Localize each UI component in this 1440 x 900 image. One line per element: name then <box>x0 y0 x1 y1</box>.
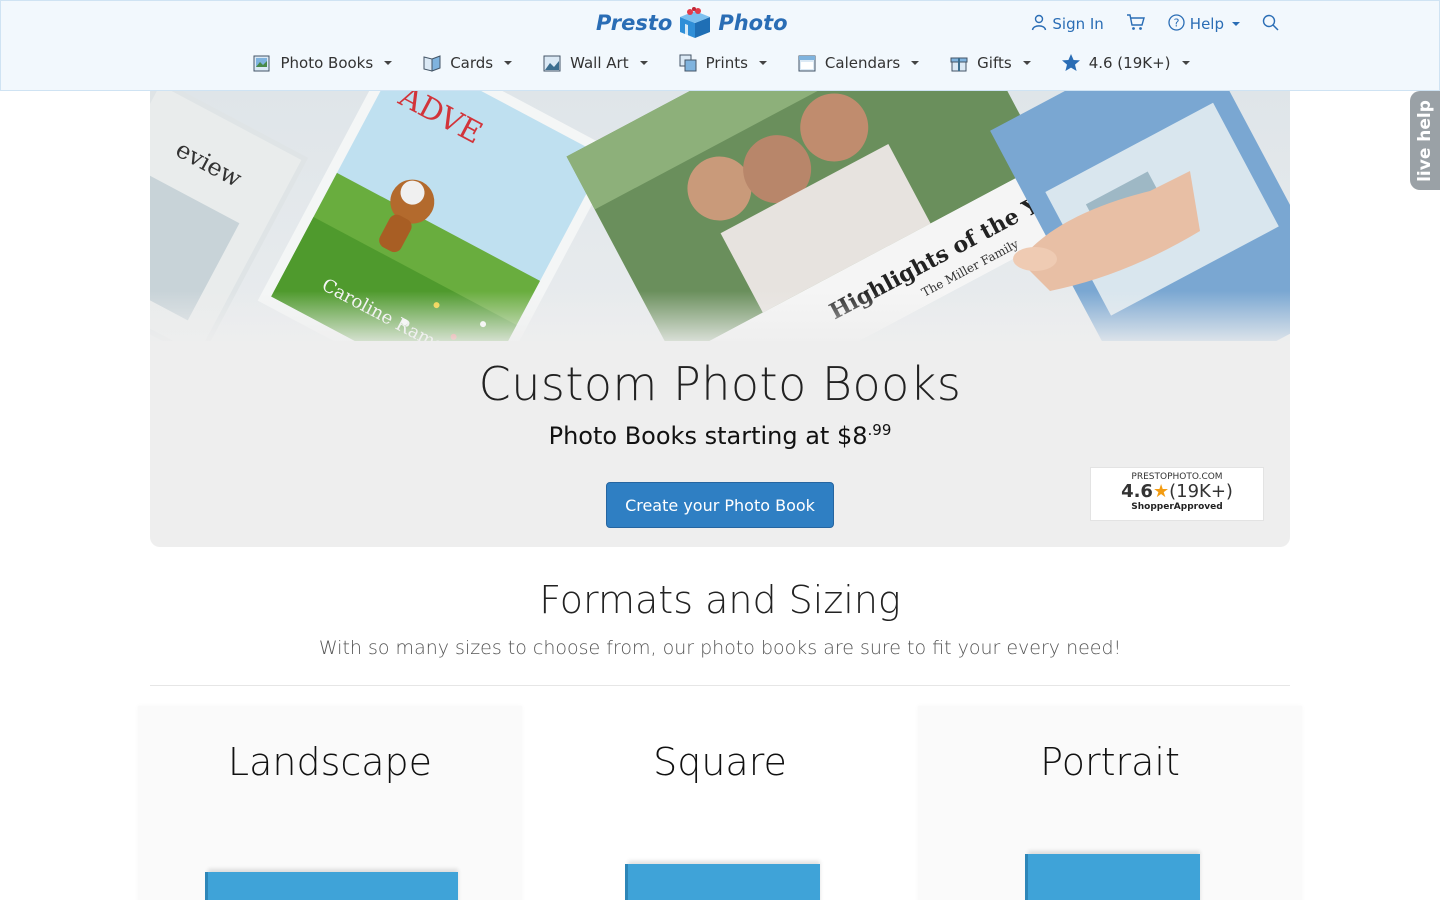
help-circle-icon: ? <box>1168 13 1185 35</box>
badge-name: ShopperApproved <box>1131 502 1223 512</box>
chevron-down-icon <box>1232 22 1240 26</box>
logo[interactable]: Presto Photo <box>596 7 788 39</box>
nav-rating[interactable]: 4.6 (19K+) <box>1061 53 1190 73</box>
nav-label: Calendars <box>824 54 901 72</box>
nav-photo-books[interactable]: Photo Books <box>252 53 393 73</box>
user-icon <box>1031 14 1047 35</box>
gifts-icon <box>949 53 969 73</box>
hero-subtitle-main: Photo Books starting at $8 <box>548 422 868 450</box>
nav-label: Gifts <box>977 54 1012 72</box>
create-photo-book-button[interactable]: Create your Photo Book <box>606 482 834 528</box>
format-card-portrait[interactable]: Portrait <box>918 706 1302 900</box>
formats-title: Formats and Sizing <box>539 578 901 622</box>
utility-links: Sign In ? Help <box>1031 13 1279 35</box>
nav-label: 4.6 (19K+) <box>1088 54 1171 72</box>
star-icon <box>1061 53 1081 73</box>
hero-subtitle-cents: .99 <box>867 421 892 439</box>
nav-prints[interactable]: Prints <box>678 53 767 73</box>
nav-label: Cards <box>450 54 494 72</box>
chevron-down-icon <box>911 61 920 65</box>
chevron-down-icon <box>504 61 513 65</box>
badge-count: (19K+) <box>1169 481 1233 502</box>
formats-description: With so many sizes to choose from, our p… <box>318 637 1122 659</box>
live-help-tab[interactable]: live help <box>1410 91 1440 190</box>
chevron-down-icon <box>1181 61 1190 65</box>
calendar-icon <box>797 53 817 73</box>
cart-icon <box>1126 13 1146 35</box>
photo-book-icon <box>252 53 272 73</box>
format-card-landscape[interactable]: Landscape <box>138 706 522 900</box>
chevron-down-icon <box>758 61 767 65</box>
nav-label: Wall Art <box>570 54 629 72</box>
site-header: Presto Photo Sign In ? Help Photo Books … <box>0 0 1440 91</box>
chevron-down-icon <box>1022 61 1031 65</box>
logo-text-left: Presto <box>596 11 673 35</box>
chevron-down-icon <box>639 61 648 65</box>
nav-gifts[interactable]: Gifts <box>949 53 1031 73</box>
section-divider <box>150 685 1290 686</box>
sign-in-label: Sign In <box>1052 15 1104 33</box>
nav-label: Photo Books <box>280 54 374 72</box>
portrait-book-image <box>1028 854 1200 900</box>
format-card-title: Square <box>653 740 787 784</box>
sign-in-link[interactable]: Sign In <box>1031 14 1104 35</box>
logo-text-right: Photo <box>718 11 788 35</box>
nav-wall-art[interactable]: Wall Art <box>542 53 648 73</box>
nav-cards[interactable]: Cards <box>422 53 513 73</box>
nav-calendars[interactable]: Calendars <box>797 53 920 73</box>
hero-subtitle: Photo Books starting at $8.99 <box>150 421 1290 450</box>
hero-fade <box>150 291 1290 351</box>
chevron-down-icon <box>384 61 393 65</box>
gift-box-logo-icon <box>678 7 712 39</box>
format-card-title: Portrait <box>1040 740 1180 784</box>
live-help-label: live help <box>1415 99 1435 182</box>
star-icon: ★ <box>1152 481 1170 502</box>
hero-title: Custom Photo Books <box>478 357 962 411</box>
prints-icon <box>678 53 698 73</box>
help-menu[interactable]: ? Help <box>1168 13 1240 35</box>
format-card-square[interactable]: Square <box>528 706 912 900</box>
cart-button[interactable] <box>1126 13 1146 35</box>
square-book-image <box>628 864 820 900</box>
search-icon <box>1262 14 1279 35</box>
wall-art-icon <box>542 53 562 73</box>
svg-text:?: ? <box>1173 16 1179 29</box>
search-button[interactable] <box>1262 14 1279 35</box>
hero-banner: eview ADVE Caroline Ramsey <box>150 91 1290 547</box>
main-nav: Photo Books Cards Wall Art Prints Calend… <box>1 53 1440 73</box>
shopper-approved-badge[interactable]: PRESTOPHOTO.COM 4.6★(19K+) ShopperApprov… <box>1090 467 1264 521</box>
cards-icon <box>422 53 442 73</box>
badge-score: 4.6 <box>1121 481 1153 502</box>
landscape-book-image <box>208 872 458 900</box>
nav-label: Prints <box>705 54 748 72</box>
badge-score-line: 4.6★(19K+) <box>1091 482 1263 502</box>
help-label: Help <box>1189 15 1224 33</box>
format-card-title: Landscape <box>227 740 433 784</box>
